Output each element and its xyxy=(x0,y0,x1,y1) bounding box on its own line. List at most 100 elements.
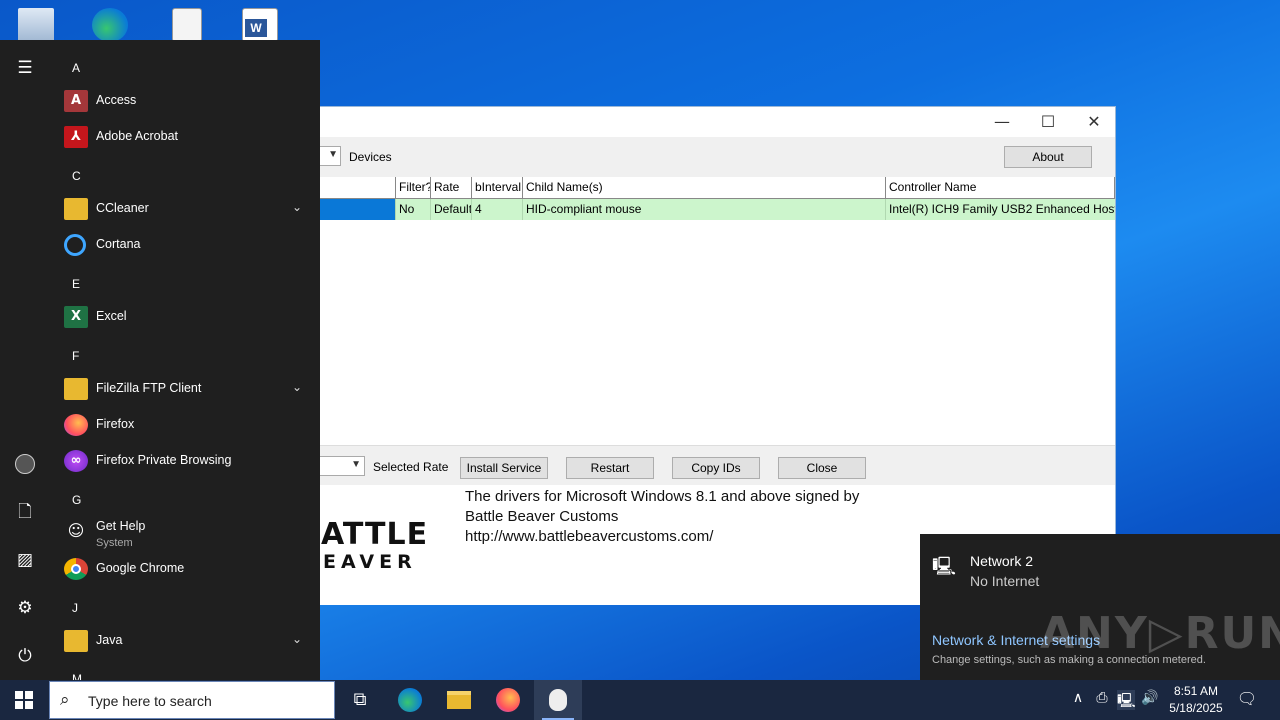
battle-beaver-logo-line1: ATTLE xyxy=(321,517,429,552)
group-letter-m[interactable]: M xyxy=(72,672,82,680)
start-menu: ☰ 🗋 ▨ ⚙ ⏻ A A Access ⅄ Adobe Acrobat C C… xyxy=(0,40,320,680)
chrome-icon xyxy=(64,558,88,580)
column-header-filter[interactable]: Filter? xyxy=(395,177,431,199)
maximize-button[interactable]: ☐ xyxy=(1025,107,1071,137)
excel-icon: X xyxy=(64,306,88,328)
chevron-up-icon[interactable]: ∧ xyxy=(1069,690,1087,710)
cell-binterval: 4 xyxy=(472,199,523,220)
usb-device-icon[interactable]: ⎙ xyxy=(1093,690,1111,710)
info-line-2: Battle Beaver Customs xyxy=(465,508,619,525)
group-letter-j[interactable]: J xyxy=(72,601,78,615)
desktop-icon-word[interactable]: W xyxy=(238,0,282,42)
app-filezilla[interactable]: FileZilla FTP Client ⌄ xyxy=(60,371,312,407)
app-excel[interactable]: X Excel xyxy=(60,299,312,335)
app-cortana[interactable]: Cortana xyxy=(60,227,312,263)
desktop-icon-recycle-bin[interactable] xyxy=(14,0,58,42)
network-name[interactable]: Network 2 xyxy=(970,553,1033,569)
anyrun-watermark: ANY▷RUN xyxy=(1040,608,1280,659)
app-google-chrome[interactable]: Google Chrome xyxy=(60,551,312,587)
app-name: Google Chrome xyxy=(96,561,185,575)
app-name: Firefox xyxy=(96,417,135,431)
group-letter-e[interactable]: E xyxy=(72,277,80,291)
app-name: CCleaner xyxy=(96,201,149,215)
restart-button[interactable]: Restart xyxy=(566,457,654,479)
website-link[interactable]: http://www.battlebeavercustoms.com/ xyxy=(465,527,859,547)
network-icon[interactable]: 🖳 xyxy=(1117,690,1136,710)
app-java[interactable]: Java ⌄ xyxy=(60,623,312,659)
hamburger-menu-icon[interactable]: ☰ xyxy=(13,56,37,80)
column-header-binterval[interactable]: bInterval xyxy=(471,177,523,199)
info-line-1: The drivers for Microsoft Windows 8.1 an… xyxy=(465,488,860,505)
app-ccleaner[interactable]: CCleaner ⌄ xyxy=(60,191,312,227)
taskbar-search-input[interactable]: ⌕ Type here to search xyxy=(49,681,335,719)
group-letter-c[interactable]: C xyxy=(72,169,81,183)
group-letter-a[interactable]: A xyxy=(72,61,80,75)
app-name: Excel xyxy=(96,309,127,323)
taskbar-edge-icon[interactable] xyxy=(386,680,434,720)
firefox-private-icon: ∞ xyxy=(64,450,88,472)
table-row[interactable]: No Default 4 HID-compliant mouse Intel(R… xyxy=(301,199,1115,220)
cortana-icon xyxy=(64,234,86,256)
close-window-button[interactable]: ✕ xyxy=(1071,107,1117,137)
taskbar-mouse-app-icon[interactable] xyxy=(534,680,582,720)
task-view-icon[interactable]: ⧉ xyxy=(336,680,384,720)
chevron-down-icon: ⌄ xyxy=(291,200,302,214)
documents-icon[interactable]: 🗋 xyxy=(13,500,37,524)
app-name: FileZilla FTP Client xyxy=(96,381,202,395)
taskbar-file-explorer-icon[interactable] xyxy=(435,680,483,720)
windows-logo-icon xyxy=(15,691,33,709)
column-header-rate[interactable]: Rate xyxy=(430,177,472,199)
battle-beaver-logo-line2: EAVER xyxy=(323,551,417,573)
app-name: Access xyxy=(96,93,137,107)
acrobat-icon: ⅄ xyxy=(64,126,88,148)
chevron-down-icon: ▼ xyxy=(351,459,361,470)
desktop-icon-file[interactable] xyxy=(166,0,210,42)
app-name: Cortana xyxy=(96,237,141,251)
app-name: Adobe Acrobat xyxy=(96,129,179,143)
chevron-down-icon: ▼ xyxy=(328,149,338,160)
app-adobe-acrobat[interactable]: ⅄ Adobe Acrobat xyxy=(60,119,312,155)
device-grid: Filter? Rate bInterval Child Name(s) Con… xyxy=(301,177,1115,445)
cell-rate: Default xyxy=(431,199,472,220)
install-service-button[interactable]: Install Service xyxy=(460,457,548,479)
app-firefox[interactable]: Firefox xyxy=(60,407,312,443)
app-name: Get Help xyxy=(96,519,146,533)
group-letter-g[interactable]: G xyxy=(72,493,81,507)
about-button[interactable]: About xyxy=(1004,146,1092,168)
volume-icon[interactable]: 🔊 xyxy=(1141,690,1159,710)
copy-ids-button[interactable]: Copy IDs xyxy=(672,457,760,479)
taskbar-firefox-icon[interactable] xyxy=(484,680,532,720)
clock-date: 5/18/2025 xyxy=(1169,701,1223,715)
app-access[interactable]: A Access xyxy=(60,83,312,119)
settings-gear-icon[interactable]: ⚙ xyxy=(13,596,37,620)
top-toolbar: ▼ Devices About xyxy=(301,137,1115,177)
power-icon[interactable]: ⏻ xyxy=(13,644,37,668)
cell-child-name: HID-compliant mouse xyxy=(523,199,886,220)
app-firefox-private[interactable]: ∞ Firefox Private Browsing xyxy=(60,443,312,479)
user-account-icon[interactable] xyxy=(13,452,37,476)
windows-start-button[interactable] xyxy=(0,680,48,720)
desktop-icon-edge[interactable] xyxy=(88,0,132,42)
devices-label: Devices xyxy=(349,150,392,164)
firefox-icon xyxy=(64,414,88,436)
close-button[interactable]: Close xyxy=(778,457,866,479)
app-name: Java xyxy=(96,633,123,647)
folder-icon xyxy=(64,378,88,400)
network-status: No Internet xyxy=(970,573,1040,589)
group-letter-f[interactable]: F xyxy=(72,349,79,363)
app-get-help[interactable]: ☺ Get Help System xyxy=(60,513,312,553)
word-icon: W xyxy=(242,8,278,42)
pictures-icon[interactable]: ▨ xyxy=(13,548,37,572)
clock-time: 8:51 AM xyxy=(1173,684,1219,698)
column-header-child-names[interactable]: Child Name(s) xyxy=(522,177,886,199)
taskbar: ⌕ Type here to search ⧉ ∧ ⎙ 🖳 🔊 8:51 AM … xyxy=(0,680,1280,720)
notification-center-icon[interactable]: 🗨 xyxy=(1236,689,1258,711)
column-header-controller-name[interactable]: Controller Name xyxy=(885,177,1115,199)
cell-filter: No xyxy=(396,199,431,220)
edge-icon xyxy=(92,8,128,42)
minimize-button[interactable]: — xyxy=(979,107,1025,137)
bottom-toolbar: ▼ Selected Rate Install Service Restart … xyxy=(301,445,1115,485)
search-icon: ⌕ xyxy=(60,690,70,710)
recycle-bin-icon xyxy=(18,8,54,42)
clock[interactable]: 8:51 AM 5/18/2025 xyxy=(1164,683,1228,717)
